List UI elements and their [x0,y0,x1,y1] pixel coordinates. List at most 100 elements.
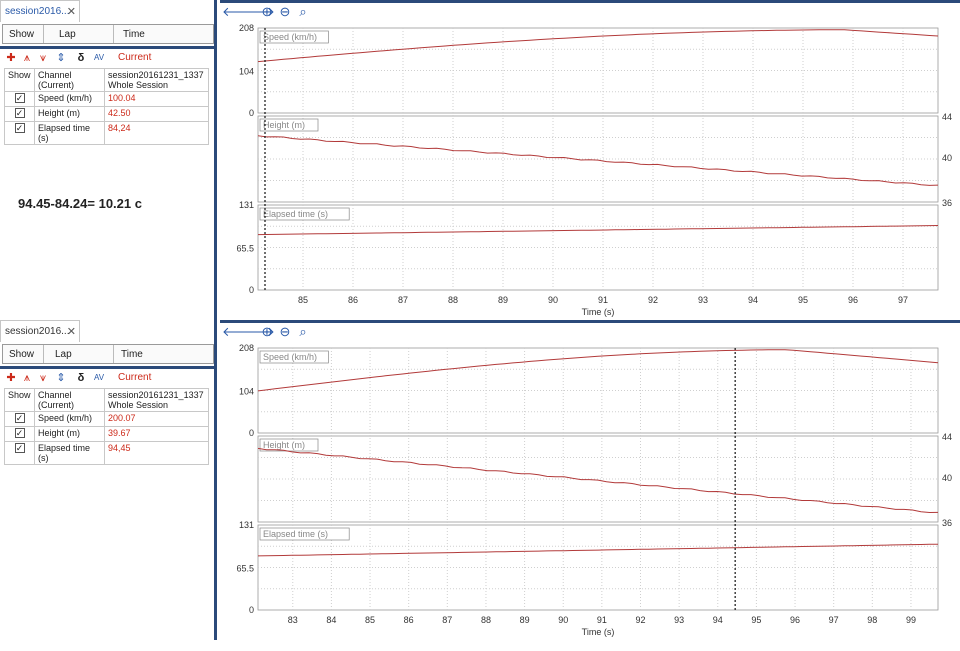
y-tick-label: 0 [249,108,254,118]
x-tick-label: 86 [348,295,358,305]
channel-value: 100.04 [104,91,209,107]
analysis-panel-top: session2016... ✕ Show Lap Time ✚ ⩚ ⩛ ⇕ δ… [0,0,960,320]
y-tick-label-right: 36 [942,518,952,528]
lap-col-time[interactable]: Time [123,29,145,40]
close-icon[interactable]: ✕ [67,325,76,338]
x-tick-label: 95 [798,295,808,305]
session-tab-label: session2016... [5,6,70,17]
x-tick-label: 89 [498,295,508,305]
channel-toolbar: ✚ ⩚ ⩛ ⇕ δ AV Current [2,50,214,66]
col-channel: Channel (Current) [34,68,105,92]
channel-value: 94,45 [104,441,209,465]
lap-col-time[interactable]: Time [121,349,143,360]
channel-name: Speed (km/h) [34,91,105,107]
col-session: session20161231_1337 Whole Session [104,68,209,92]
valley-icon[interactable]: ⩛ [36,371,50,385]
current-label: Current [118,372,152,383]
lap-col-show[interactable]: Show [9,349,34,360]
x-tick-label: 89 [520,615,530,625]
channel-name: Height (m) [34,106,105,122]
add-marker-icon[interactable]: ✚ [4,51,18,65]
y-tick-label: 104 [239,67,254,77]
show-checkbox[interactable]: ✓ [14,443,25,453]
close-icon[interactable]: ✕ [67,5,76,18]
y-tick-label: 131 [239,520,254,530]
channel-name: Elapsed time (s) [34,121,105,145]
show-checkbox[interactable]: ✓ [14,413,25,423]
channel-name: Height (m) [34,426,105,442]
col-channel: Channel (Current) [34,388,105,412]
x-tick-label: 90 [548,295,558,305]
y-tick-label: 208 [239,343,254,353]
x-tick-label: 85 [298,295,308,305]
session-tab[interactable]: session2016... ✕ [0,320,80,342]
x-tick-label: 98 [867,615,877,625]
divider [0,366,217,369]
x-tick-label: 95 [751,615,761,625]
channel-value: 42.50 [104,106,209,122]
peak-icon[interactable]: ⩚ [20,51,34,65]
delta-icon[interactable]: δ [74,51,88,65]
average-icon[interactable]: AV [92,51,106,65]
show-checkbox[interactable]: ✓ [14,108,25,118]
x-tick-label: 93 [674,615,684,625]
col-show: Show [4,68,35,92]
table-row: ✓ Height (m) 42.50 [4,106,209,122]
y-tick-label-right: 36 [942,198,952,208]
fit-range-icon[interactable]: ⇕ [54,51,68,65]
table-row: ✓ Elapsed time (s) 84,24 [4,121,209,145]
show-checkbox[interactable]: ✓ [14,123,25,133]
average-icon[interactable]: AV [92,371,106,385]
y-tick-label: 0 [249,605,254,615]
session-tab-label: session2016... [5,326,70,337]
delta-icon[interactable]: δ [74,371,88,385]
y-tick-label-right: 40 [942,473,952,483]
channel-value: 84,24 [104,121,209,145]
x-tick-label: 94 [713,615,723,625]
table-row: ✓ Elapsed time (s) 94,45 [4,441,209,465]
time-chart[interactable]: 85 86 87 88 89 90 91 92 93 94 95 96 97 Time (s) Speed … [220,0,960,320]
peak-icon[interactable]: ⩚ [20,371,34,385]
valley-icon[interactable]: ⩛ [36,51,50,65]
x-axis-label: Time (s) [582,307,615,317]
x-tick-label: 94 [748,295,758,305]
x-tick-label: 83 [288,615,298,625]
annotation-note: 94.45-84.24= 10.21 c [18,196,142,211]
y-tick-label: 0 [249,285,254,295]
x-tick-label: 90 [558,615,568,625]
x-tick-label: 88 [481,615,491,625]
lap-col-show[interactable]: Show [9,29,34,40]
channel-table: Show Channel (Current) session20161231_1… [4,68,209,145]
y-tick-label: 0 [249,428,254,438]
subplot-label: Height (m) [263,440,305,450]
y-tick-label: 208 [239,23,254,33]
x-tick-label: 93 [698,295,708,305]
col-session: session20161231_1337 Whole Session [104,388,209,412]
y-tick-label-right: 40 [942,153,952,163]
analysis-panel-bottom: session2016... ✕ Show Lap Time ✚ ⩚ ⩛ ⇕ δ… [0,320,960,640]
channel-table: Show Channel (Current) session20161231_1… [4,388,209,465]
y-tick-label: 65.5 [236,244,254,254]
fit-range-icon[interactable]: ⇕ [54,371,68,385]
lap-table-header: Show Lap Time [2,344,214,364]
add-marker-icon[interactable]: ✚ [4,371,18,385]
x-tick-label: 92 [635,615,645,625]
table-row: ✓ Speed (km/h) 100.04 [4,91,209,107]
x-axis-label: Time (s) [582,627,615,637]
subplot-label: Speed (km/h) [263,32,317,42]
chart-area: 🡐🡒⊕ ⊖ ⌕ 85 86 87 88 89 90 91 92 93 94 95 96 97 Time (s)… [220,0,960,320]
show-checkbox[interactable]: ✓ [14,428,25,438]
subplot-label: Speed (km/h) [263,352,317,362]
channel-sidebar: session2016... ✕ Show Lap Time ✚ ⩚ ⩛ ⇕ δ… [0,0,217,320]
lap-col-lap[interactable]: Lap [55,349,72,360]
session-tab[interactable]: session2016... ✕ [0,0,80,22]
time-chart[interactable]: 83 84 85 86 87 88 89 90 91 92 93 94 95 96 97 98 99 Time (… [220,320,960,640]
subplot-label: Elapsed time (s) [263,529,328,539]
x-tick-label: 87 [442,615,452,625]
table-row: ✓ Height (m) 39.67 [4,426,209,442]
lap-col-lap[interactable]: Lap [59,29,76,40]
show-checkbox[interactable]: ✓ [14,93,25,103]
x-tick-label: 91 [598,295,608,305]
channel-value: 39.67 [104,426,209,442]
x-tick-label: 84 [326,615,336,625]
